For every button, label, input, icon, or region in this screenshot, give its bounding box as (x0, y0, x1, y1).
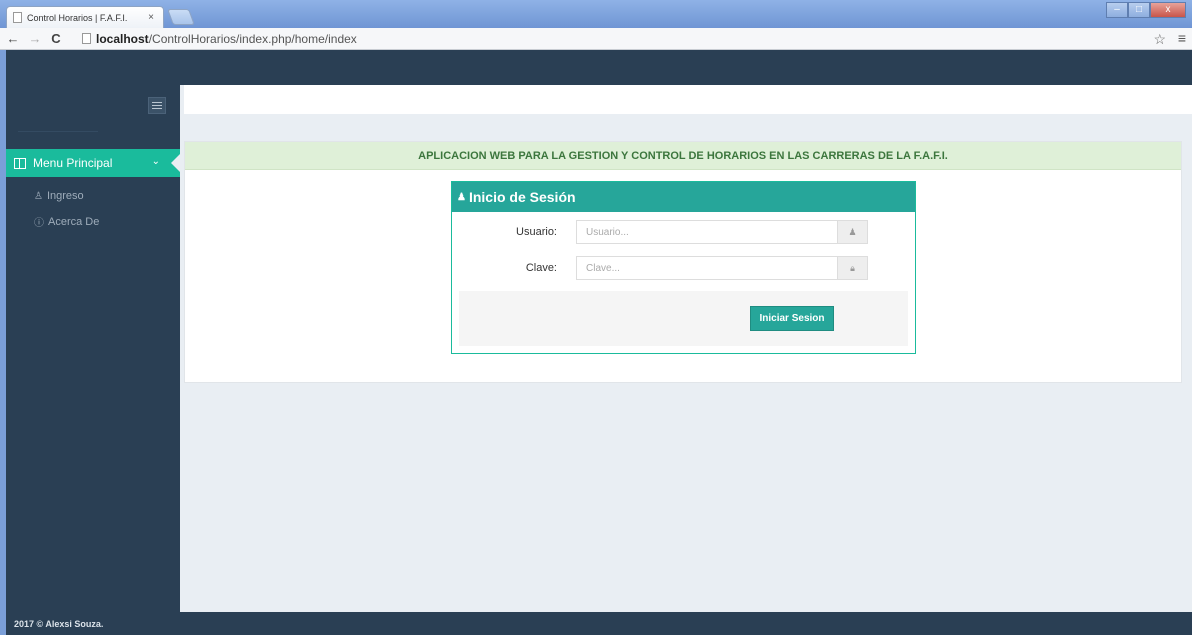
page-icon (82, 33, 91, 44)
sidebar-item-menu-principal[interactable]: Menu Principal ⌄ (6, 149, 180, 177)
address-bar[interactable]: localhost/ControlHorarios/index.php/home… (82, 29, 1162, 48)
login-button[interactable]: Iniciar Sesion (750, 306, 834, 331)
browser-toolbar: ← → C localhost/ControlHorarios/index.ph… (0, 28, 1192, 50)
window-controls: – □ x (1106, 2, 1186, 20)
sidebar: Menu Principal ⌄ ♙ Ingreso ⓘ Acerca De (6, 85, 180, 635)
url-host: localhost (96, 31, 149, 46)
password-row: Clave: 🔒︎ (452, 256, 917, 280)
browser-menu-icon[interactable]: ≡ (1178, 30, 1186, 46)
username-input[interactable] (576, 220, 838, 244)
footer-copyright: 2017 © Alexsi Souza. (14, 619, 104, 629)
browser-tab[interactable]: Control Horarios | F.A.F.I. × (6, 6, 164, 28)
login-title: Inicio de Sesión (468, 189, 576, 205)
hamburger-menu-icon[interactable] (148, 97, 166, 114)
minimize-button[interactable]: – (1106, 2, 1128, 18)
username-label: Usuario: (516, 226, 557, 238)
forward-button[interactable]: → (26, 31, 44, 46)
login-header: ♟ Inicio de Sesión (452, 182, 915, 212)
sidebar-item-acerca-de[interactable]: ⓘ Acerca De (34, 214, 100, 230)
tab-strip: Control Horarios | F.A.F.I. × – □ x (0, 0, 1192, 28)
close-tab-icon[interactable]: × (145, 12, 157, 23)
active-indicator (171, 154, 180, 172)
info-icon: ⓘ (34, 218, 44, 229)
footer: 2017 © Alexsi Souza. (6, 612, 1192, 635)
username-row: Usuario: ♟ (452, 220, 917, 244)
user-icon: ♟ (457, 191, 466, 203)
url-path: /ControlHorarios/index.php/home/index (148, 31, 357, 46)
close-window-button[interactable]: x (1150, 2, 1186, 18)
page-icon (13, 12, 22, 23)
top-navbar (6, 50, 1192, 85)
login-box: ♟ Inicio de Sesión Usuario: ♟ Clave: 🔒︎ … (451, 181, 916, 354)
chevron-down-icon: ⌄ (151, 156, 160, 167)
content-header (184, 85, 1192, 114)
user-icon: ♙ (34, 190, 43, 202)
form-actions: Iniciar Sesion (459, 291, 908, 346)
main-panel: APLICACION WEB PARA LA GESTION Y CONTROL… (184, 141, 1182, 383)
bookmark-star-icon[interactable]: ☆ (1153, 31, 1166, 48)
new-tab-button[interactable] (167, 9, 195, 25)
sidebar-item-label: Menu Principal (33, 156, 113, 170)
sidebar-item-label: Ingreso (46, 190, 84, 202)
page: Menu Principal ⌄ ♙ Ingreso ⓘ Acerca De A… (6, 50, 1192, 635)
tab-title: Control Horarios | F.A.F.I. (27, 12, 128, 23)
user-icon: ♟ (838, 220, 868, 244)
maximize-button[interactable]: □ (1128, 2, 1150, 18)
book-icon (14, 157, 26, 169)
lock-icon: 🔒︎ (838, 256, 868, 280)
sidebar-item-label: Acerca De (48, 215, 100, 228)
password-label: Clave: (525, 262, 557, 274)
back-button[interactable]: ← (4, 31, 22, 46)
sidebar-divider (18, 131, 98, 132)
password-input[interactable] (576, 256, 838, 280)
reload-button[interactable]: C (48, 31, 64, 46)
app-banner: APLICACION WEB PARA LA GESTION Y CONTROL… (185, 142, 1181, 170)
sidebar-item-ingreso[interactable]: ♙ Ingreso (34, 190, 84, 202)
